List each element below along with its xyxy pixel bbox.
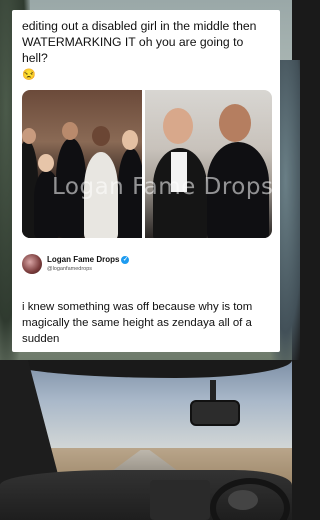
avatar[interactable] — [22, 254, 42, 274]
watermark-text: Logan Fame Drops — [52, 174, 274, 200]
tweet-author[interactable]: Logan Fame Drops ✓ @loganfamedrops — [22, 254, 272, 276]
instrument-gauge — [228, 490, 258, 510]
tweet-text: i knew something was off because why is … — [22, 301, 253, 345]
person-head — [163, 108, 193, 144]
person-head — [62, 122, 78, 140]
car-interior-video — [0, 360, 292, 520]
author-handle: @loganfamedrops — [47, 266, 93, 272]
rearview-mirror — [190, 400, 240, 426]
photo-group-left[interactable] — [22, 90, 142, 238]
tweet-card: editing out a disabled girl in the middl… — [12, 10, 280, 352]
verified-badge-icon: ✓ — [121, 255, 130, 264]
person-head — [38, 154, 54, 172]
person-head — [92, 126, 110, 146]
person-head — [122, 130, 138, 150]
person-head — [22, 128, 36, 144]
tweet-photo-grid[interactable] — [22, 90, 272, 238]
caption-emoji: 😒 — [22, 69, 36, 81]
person-head — [219, 104, 251, 142]
caption-text: editing out a disabled girl in the middl… — [22, 18, 272, 83]
center-console — [150, 480, 210, 520]
mirror-stem — [210, 380, 216, 402]
author-name[interactable]: Logan Fame Drops ✓ — [47, 255, 130, 264]
caption-line: editing out a disabled girl in the middl… — [22, 19, 257, 65]
photo-duo-right[interactable] — [145, 90, 272, 238]
author-name-text: Logan Fame Drops — [47, 255, 120, 264]
